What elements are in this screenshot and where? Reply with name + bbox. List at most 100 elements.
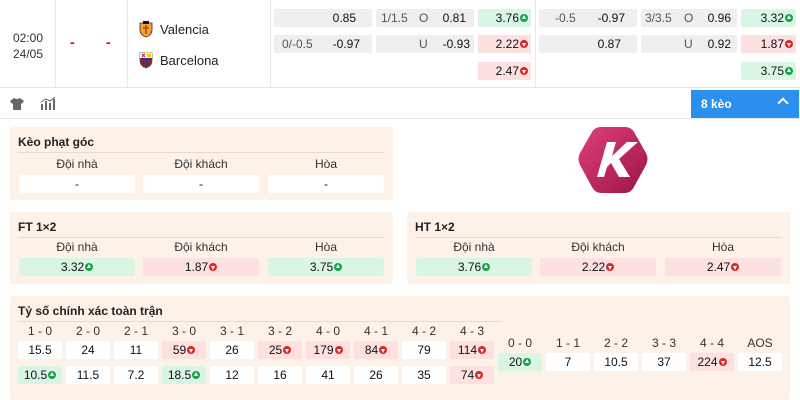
odds-cell[interactable]: U -0.93 [376,35,474,53]
handicap-line: 1/1.5 [381,11,408,25]
odds-box[interactable]: - [143,175,259,193]
score-odds-box[interactable]: 59 [162,341,206,359]
odds-cell[interactable]: 0.85 [274,9,372,27]
score-odds-box[interactable]: 179 [306,341,350,359]
odds-value: 224 [697,355,718,369]
score-odds-box[interactable]: 84 [354,341,398,359]
odds-value: 10.5 [23,368,48,382]
score-odds-box[interactable]: 15.5 [18,341,62,359]
arrow-up-icon [523,358,532,366]
score-odds-box[interactable]: 11 [114,341,158,359]
score-header: 2 - 2 [603,336,628,350]
score-header: 3 - 0 [171,324,196,338]
score-header: 4 - 1 [363,324,388,338]
score-header: AOS [747,336,773,350]
odds-cell[interactable]: 3.32 [741,9,796,27]
score-odds-box[interactable]: 26 [210,341,254,359]
panel-title: Kèo phạt góc [18,135,95,149]
odds-value: 26 [369,368,383,382]
odds-cell[interactable]: 3.76 [478,9,531,27]
odds-cell[interactable]: 1/1.5 O 0.81 [376,9,474,27]
odds-value: 0.81 [442,11,466,25]
score-odds-box[interactable]: 10.5 [18,366,62,384]
chevron-up-icon [777,97,789,109]
odds-value: 1.87 [184,260,209,274]
odds-value: 0.87 [597,37,621,51]
arrow-down-icon [475,371,484,379]
odds-value: 3.75 [309,260,334,274]
odds-box[interactable]: - [268,175,384,193]
odds-value: 16 [273,368,287,382]
odds-box[interactable]: 3.32 [19,258,135,276]
col-header: Hòa [314,240,337,254]
odds-cell[interactable]: 1.87 [741,35,796,53]
score-odds-box[interactable]: 7 [546,353,590,371]
shirt-icon[interactable] [9,97,25,111]
arrow-down-icon [209,263,218,271]
score-odds-box[interactable]: 41 [306,366,350,384]
arrow-down-icon [379,346,388,354]
score-header: 4 - 2 [411,324,436,338]
odds-value: 11 [129,343,143,357]
odds-value: 59 [172,343,187,357]
odds-value: 25 [268,343,283,357]
odds-box[interactable]: 3.75 [268,258,384,276]
score-odds-box[interactable]: 26 [354,366,398,384]
barcelona-crest-icon [139,52,153,69]
stats-icon[interactable] [40,97,56,111]
odds-box[interactable]: 2.22 [540,258,656,276]
odds-box[interactable]: - [19,175,135,193]
odds-value: 0.92 [707,37,731,51]
odds-cell[interactable]: 0.87 [539,35,637,53]
score-header: 3 - 3 [651,336,676,350]
score-odds-box[interactable]: 79 [402,341,446,359]
score-odds-box[interactable]: 20 [498,353,542,371]
score-odds-box[interactable]: 35 [402,366,446,384]
odds-value: 179 [313,343,334,357]
score-odds-box[interactable]: 12 [210,366,254,384]
score-header: 2 - 0 [75,324,100,338]
score-odds-box[interactable]: 18.5 [162,366,206,384]
odds-cell[interactable]: 3/3.5 O 0.96 [641,9,737,27]
score-header: 4 - 0 [315,324,340,338]
score-odds-box[interactable]: 24 [66,341,110,359]
score-odds-box[interactable]: 114 [450,341,494,359]
col-header: Đội khách [174,240,228,254]
score-header: 1 - 0 [27,324,52,338]
odds-cell[interactable]: 2.22 [478,35,531,53]
odds-cell[interactable]: U 0.92 [641,35,737,53]
arrow-down-icon [283,346,292,354]
odds-value: 26 [225,343,239,357]
home-score: - [70,34,75,50]
home-team[interactable]: Valencia [138,19,209,39]
odds-value: 79 [417,343,431,357]
score-odds-box[interactable]: 224 [690,353,734,371]
score-odds-box[interactable]: 16 [258,366,302,384]
match-time: 02:00 24/05 [12,31,44,61]
score-odds-box[interactable]: 37 [642,353,686,371]
divider [18,321,502,322]
arrow-down-icon [334,346,343,354]
odds-cell[interactable]: 3.75 [741,62,796,80]
score-odds-box[interactable]: 25 [258,341,302,359]
odds-value: 11.5 [76,368,100,382]
odds-cell[interactable]: -0.5 -0.97 [539,9,637,27]
more-odds-button[interactable]: 8 kèo [691,90,799,118]
ht-1x2-panel: HT 1×2 Đội nhà Đội khách Hòa 3.76 2.22 2… [407,212,790,284]
odds-value: 35 [417,368,431,382]
score-odds-box[interactable]: 10.5 [594,353,638,371]
odds-cell[interactable]: 2.47 [478,62,531,80]
score-odds-box[interactable]: 7.2 [114,366,158,384]
score-odds-box[interactable]: 12.5 [738,353,782,371]
score-odds-box[interactable]: 11.5 [66,366,110,384]
score-odds-box[interactable]: 74 [450,366,494,384]
odds-cell[interactable]: 0/-0.5 -0.97 [274,35,372,53]
away-team-name: Barcelona [160,52,219,68]
corner-panel: Kèo phạt góc Đội nhà Đội khách Hòa - - - [10,127,393,200]
odds-value: -0.93 [442,37,470,51]
odds-box[interactable]: 1.87 [143,258,259,276]
away-team[interactable]: Barcelona [138,50,219,70]
odds-box[interactable]: 3.76 [416,258,532,276]
arrow-up-icon [785,67,793,75]
odds-box[interactable]: 2.47 [665,258,781,276]
